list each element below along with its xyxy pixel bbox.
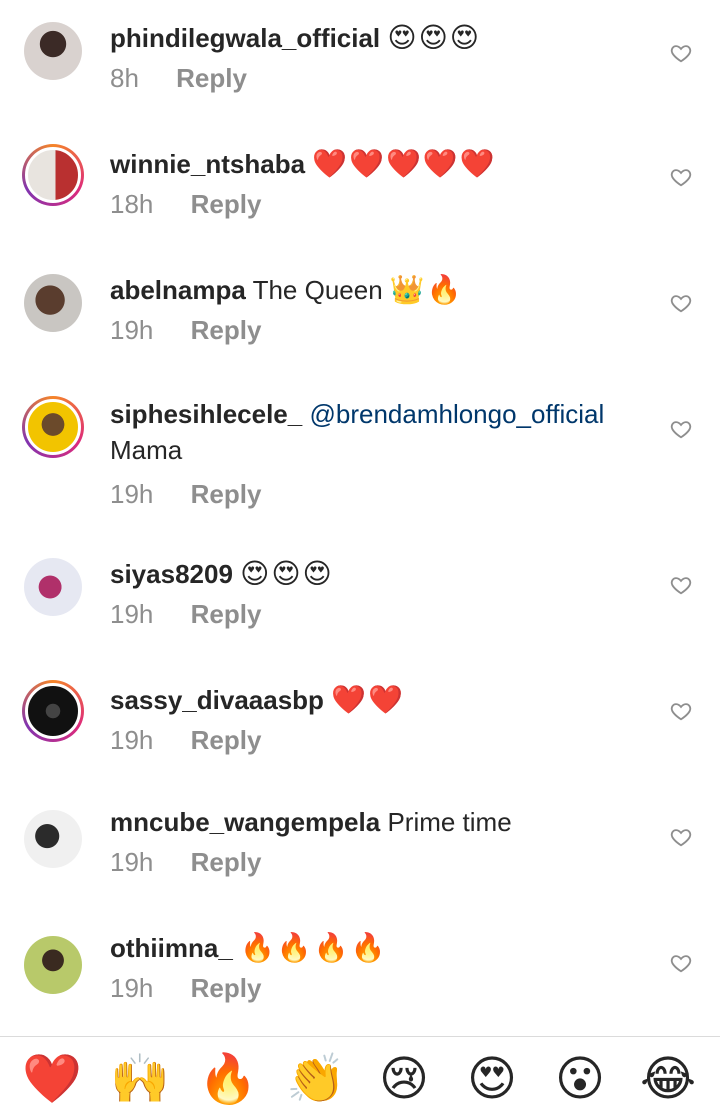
avatar[interactable] bbox=[24, 810, 82, 868]
comment-mention[interactable]: @brendamhlongo_official bbox=[309, 399, 604, 429]
comment-text: Prime time bbox=[387, 807, 512, 837]
reply-button[interactable]: Reply bbox=[191, 973, 262, 1003]
comment-username[interactable]: siyas8209 bbox=[110, 559, 233, 589]
reply-button[interactable]: Reply bbox=[191, 189, 262, 219]
heart-outline-icon[interactable] bbox=[670, 700, 692, 722]
comment-time: 19h bbox=[110, 479, 154, 509]
reaction-heart-eyes[interactable]: 😍 bbox=[461, 1049, 523, 1109]
reaction-fire[interactable]: 🔥 bbox=[197, 1049, 259, 1109]
quick-reactions-bar: ❤️ 🙌 🔥 👏 😢 😍 😮 😂 bbox=[0, 1037, 720, 1120]
reply-button[interactable]: Reply bbox=[191, 599, 262, 629]
comment-time: 19h bbox=[110, 315, 154, 345]
reply-button[interactable]: Reply bbox=[191, 479, 262, 509]
avatar[interactable] bbox=[24, 558, 82, 616]
heart-outline-icon[interactable] bbox=[670, 42, 692, 64]
comment-text: The Queen bbox=[252, 275, 383, 305]
heart-outline-icon[interactable] bbox=[670, 574, 692, 596]
comment-emoji: 🔥🔥🔥🔥 bbox=[240, 931, 388, 964]
comment-username[interactable]: othiimna_ bbox=[110, 933, 233, 963]
avatar[interactable] bbox=[22, 144, 84, 206]
comment-username[interactable]: sassy_divaaasbp bbox=[110, 685, 324, 715]
comment-time: 8h bbox=[110, 63, 139, 93]
avatar[interactable] bbox=[22, 396, 84, 458]
comment-text: Mama bbox=[110, 435, 183, 465]
heart-outline-icon[interactable] bbox=[670, 292, 692, 314]
avatar[interactable] bbox=[22, 680, 84, 742]
comment-username[interactable]: winnie_ntshaba bbox=[110, 149, 305, 179]
reply-button[interactable]: Reply bbox=[191, 315, 262, 345]
comment-emoji: ❤️❤️ bbox=[331, 683, 405, 716]
comment-username[interactable]: phindilegwala_official bbox=[110, 23, 380, 53]
heart-outline-icon[interactable] bbox=[670, 952, 692, 974]
comment-username[interactable]: siphesihlecele_ bbox=[110, 399, 302, 429]
avatar[interactable] bbox=[24, 274, 82, 332]
comment-time: 19h bbox=[110, 725, 154, 755]
comment-time: 19h bbox=[110, 599, 154, 629]
avatar[interactable] bbox=[24, 22, 82, 80]
heart-outline-icon[interactable] bbox=[670, 418, 692, 440]
reply-button[interactable]: Reply bbox=[191, 725, 262, 755]
comment-time: 19h bbox=[110, 847, 154, 877]
reaction-clapping-hands[interactable]: 👏 bbox=[285, 1049, 347, 1109]
reaction-tears-of-joy[interactable]: 😂 bbox=[637, 1049, 699, 1109]
comment-time: 18h bbox=[110, 189, 154, 219]
comment-username[interactable]: mncube_wangempela bbox=[110, 807, 380, 837]
heart-outline-icon[interactable] bbox=[670, 826, 692, 848]
reply-button[interactable]: Reply bbox=[176, 63, 247, 93]
reaction-surprised-face[interactable]: 😮 bbox=[549, 1049, 611, 1109]
comments-list: phindilegwala_official 😍😍😍 8h Reply winn… bbox=[0, 0, 720, 1036]
comment-emoji: 😍😍😍 bbox=[240, 557, 334, 590]
reaction-raised-hands[interactable]: 🙌 bbox=[109, 1049, 171, 1109]
comment-time: 19h bbox=[110, 973, 154, 1003]
comment-emoji: ❤️❤️❤️❤️❤️ bbox=[312, 147, 497, 180]
comment-username[interactable]: abelnampa bbox=[110, 275, 246, 305]
comment-emoji: 😍😍😍 bbox=[387, 21, 481, 54]
reaction-heart[interactable]: ❤️ bbox=[21, 1049, 83, 1109]
heart-outline-icon[interactable] bbox=[670, 166, 692, 188]
reply-button[interactable]: Reply bbox=[191, 847, 262, 877]
reaction-crying-face[interactable]: 😢 bbox=[373, 1049, 435, 1109]
avatar[interactable] bbox=[24, 936, 82, 994]
comment-emoji: 👑🔥 bbox=[389, 273, 464, 306]
